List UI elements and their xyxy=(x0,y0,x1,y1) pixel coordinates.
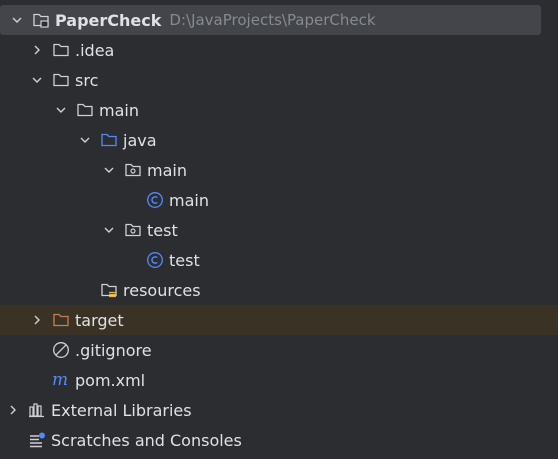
tree-node-class-test[interactable]: test xyxy=(0,245,558,275)
tree-node-label: main xyxy=(169,190,209,210)
tree-node-papercheck[interactable]: PaperCheck D:\JavaProjects\PaperCheck xyxy=(0,5,541,35)
folder-icon xyxy=(52,41,70,59)
tree-node-package-main[interactable]: main xyxy=(0,155,558,185)
tree-node-main-folder[interactable]: main xyxy=(0,95,558,125)
tree-node-java[interactable]: java xyxy=(0,125,558,155)
tree-node-label: src xyxy=(75,70,99,90)
tree-node-label: External Libraries xyxy=(51,400,192,420)
package-icon xyxy=(124,161,142,179)
tree-node-class-main[interactable]: main xyxy=(0,185,558,215)
maven-icon: m xyxy=(52,370,70,390)
tree-node-gitignore[interactable]: .gitignore xyxy=(0,335,558,365)
folder-icon xyxy=(52,71,70,89)
tree-node-label: main xyxy=(99,100,139,120)
tree-node-package-test[interactable]: test xyxy=(0,215,558,245)
tree-node-label: target xyxy=(75,310,124,330)
module-folder-icon xyxy=(32,11,50,29)
tree-node-label: resources xyxy=(123,280,201,300)
tree-node-src[interactable]: src xyxy=(0,65,558,95)
tree-node-label: main xyxy=(147,160,187,180)
chevron-down-icon[interactable] xyxy=(100,161,118,179)
svg-text:m: m xyxy=(52,370,68,390)
excluded-folder-icon xyxy=(52,311,70,329)
ignore-file-icon xyxy=(52,341,70,359)
tree-node-external-libraries[interactable]: External Libraries xyxy=(0,395,558,425)
scratches-icon xyxy=(28,431,46,449)
chevron-down-icon[interactable] xyxy=(52,101,70,119)
chevron-down-icon[interactable] xyxy=(76,131,94,149)
tree-node-label: test xyxy=(147,220,178,240)
resources-folder-icon xyxy=(100,281,118,299)
chevron-right-icon[interactable] xyxy=(4,401,22,419)
package-icon xyxy=(124,221,142,239)
class-icon xyxy=(146,191,164,209)
chevron-down-icon[interactable] xyxy=(8,11,26,29)
tree-node-scratches[interactable]: Scratches and Consoles xyxy=(0,425,558,455)
chevron-right-icon[interactable] xyxy=(28,41,46,59)
folder-icon xyxy=(76,101,94,119)
project-path: D:\JavaProjects\PaperCheck xyxy=(169,11,376,29)
tree-node-pom[interactable]: m pom.xml xyxy=(0,365,558,395)
library-icon xyxy=(28,401,46,419)
chevron-right-icon[interactable] xyxy=(28,311,46,329)
tree-node-label: pom.xml xyxy=(75,370,146,390)
tree-node-label: java xyxy=(123,130,157,150)
tree-node-resources[interactable]: resources xyxy=(0,275,558,305)
tree-node-idea[interactable]: .idea xyxy=(0,35,558,65)
source-root-folder-icon xyxy=(100,131,118,149)
class-icon xyxy=(146,251,164,269)
chevron-down-icon[interactable] xyxy=(100,221,118,239)
chevron-down-icon[interactable] xyxy=(28,71,46,89)
tree-node-label: PaperCheck xyxy=(55,10,162,30)
tree-node-label: .idea xyxy=(75,40,115,60)
tree-node-label: test xyxy=(169,250,200,270)
tree-node-label: Scratches and Consoles xyxy=(51,430,242,450)
project-tree: PaperCheck D:\JavaProjects\PaperCheck .i… xyxy=(0,0,558,459)
tree-node-target[interactable]: target xyxy=(0,305,558,335)
tree-node-label: .gitignore xyxy=(75,340,152,360)
